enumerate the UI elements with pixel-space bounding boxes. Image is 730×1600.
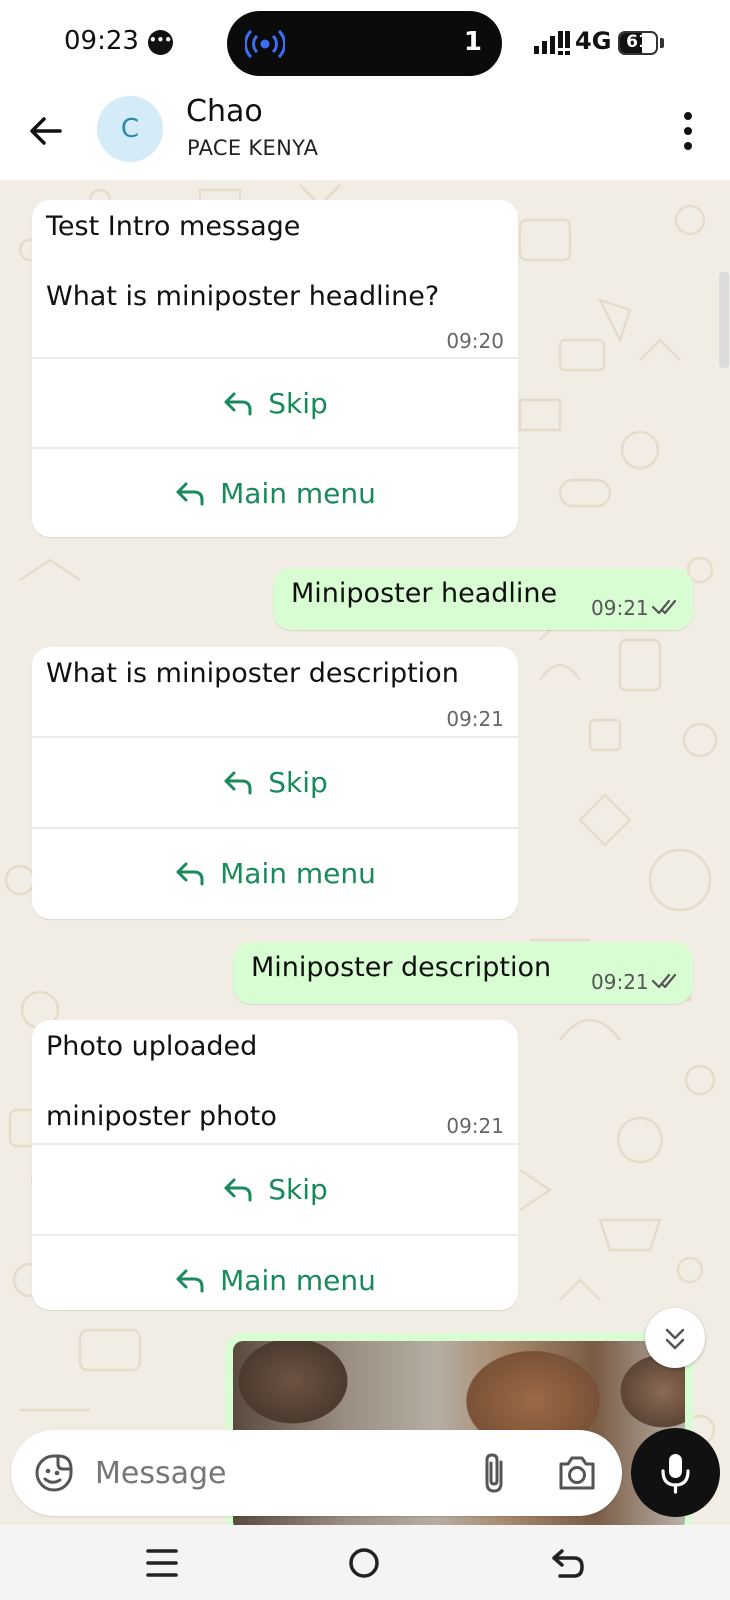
status-bar: 09:23 ••• 1 4G 61 [0, 0, 730, 88]
message-composer [11, 1430, 622, 1516]
message-text: What is miniposter description [46, 658, 459, 689]
reply-arrow-icon [224, 771, 252, 795]
message-time: 09:21 [591, 970, 649, 994]
outgoing-message[interactable]: Miniposter description 09:21 [233, 942, 693, 1004]
contact-name[interactable]: Chao [186, 94, 263, 129]
sticker-icon[interactable] [33, 1452, 75, 1494]
message-text: Miniposter description [251, 952, 552, 983]
main-menu-label: Main menu [220, 476, 376, 510]
system-nav-bar [0, 1525, 730, 1600]
skip-button[interactable]: Skip [32, 1143, 518, 1233]
scroll-down-button[interactable] [645, 1308, 705, 1368]
message-time: 09:21 [591, 596, 649, 620]
chat-area[interactable]: Test Intro message What is miniposter he… [0, 180, 730, 1525]
battery-percent: 61 [626, 32, 650, 52]
skip-label: Skip [268, 386, 328, 420]
recent-apps-icon[interactable] [142, 1543, 182, 1583]
double-check-icon [651, 973, 677, 989]
incoming-message[interactable]: What is miniposter description 09:21 Ski… [32, 647, 518, 919]
message-time: 09:21 [446, 1114, 504, 1138]
message-time: 09:20 [446, 329, 504, 353]
pill-count: 1 [463, 27, 482, 57]
status-time: 09:23 [64, 26, 139, 56]
chat-header: C Chao PACE KENYA [0, 88, 730, 180]
message-text: Test Intro message [46, 211, 301, 242]
broadcast-icon [245, 29, 285, 59]
reply-arrow-icon [224, 392, 252, 416]
mic-button[interactable] [631, 1428, 720, 1517]
message-text: Photo uploaded [46, 1031, 258, 1062]
camera-icon[interactable] [556, 1452, 598, 1494]
home-icon[interactable] [344, 1543, 384, 1583]
more-vert-icon[interactable] [671, 110, 705, 152]
network-type: 4G [575, 27, 612, 55]
reply-arrow-icon [176, 862, 204, 886]
message-text: What is miniposter headline? [46, 281, 440, 312]
message-input[interactable] [95, 1450, 425, 1496]
double-check-icon [651, 599, 677, 615]
main-menu-button[interactable]: Main menu [32, 1234, 518, 1310]
battery-tip [660, 38, 664, 48]
incoming-message[interactable]: Photo uploaded miniposter photo 09:21 Sk… [32, 1020, 518, 1310]
outgoing-message[interactable]: Miniposter headline 09:21 [273, 568, 693, 630]
signal-icon [534, 31, 570, 55]
main-menu-button[interactable]: Main menu [32, 447, 518, 537]
incoming-message[interactable]: Test Intro message What is miniposter he… [32, 200, 518, 537]
skip-label: Skip [268, 1172, 328, 1206]
skip-button[interactable]: Skip [32, 736, 518, 826]
mic-icon [661, 1454, 690, 1494]
battery-icon: 61 [618, 31, 658, 55]
reply-arrow-icon [176, 482, 204, 506]
scrollbar-thumb[interactable] [719, 272, 729, 368]
avatar[interactable]: C [97, 96, 163, 162]
message-time: 09:21 [446, 707, 504, 731]
paperclip-icon[interactable] [477, 1450, 513, 1496]
reply-arrow-icon [176, 1269, 204, 1293]
skip-label: Skip [268, 765, 328, 799]
main-menu-button[interactable]: Main menu [32, 827, 518, 917]
dynamic-island-pill[interactable]: 1 [227, 11, 502, 76]
main-menu-label: Main menu [220, 1263, 376, 1297]
main-menu-label: Main menu [220, 856, 376, 890]
message-text: miniposter photo [46, 1101, 277, 1132]
reply-arrow-icon [224, 1178, 252, 1202]
contact-subtitle[interactable]: PACE KENYA [187, 136, 318, 160]
arrow-left-icon[interactable] [22, 106, 72, 156]
back-nav-icon[interactable] [548, 1543, 588, 1583]
double-chevron-down-icon [665, 1328, 685, 1350]
message-text: Miniposter headline [291, 578, 558, 609]
chat-notification-icon: ••• [148, 30, 173, 55]
skip-button[interactable]: Skip [32, 357, 518, 447]
